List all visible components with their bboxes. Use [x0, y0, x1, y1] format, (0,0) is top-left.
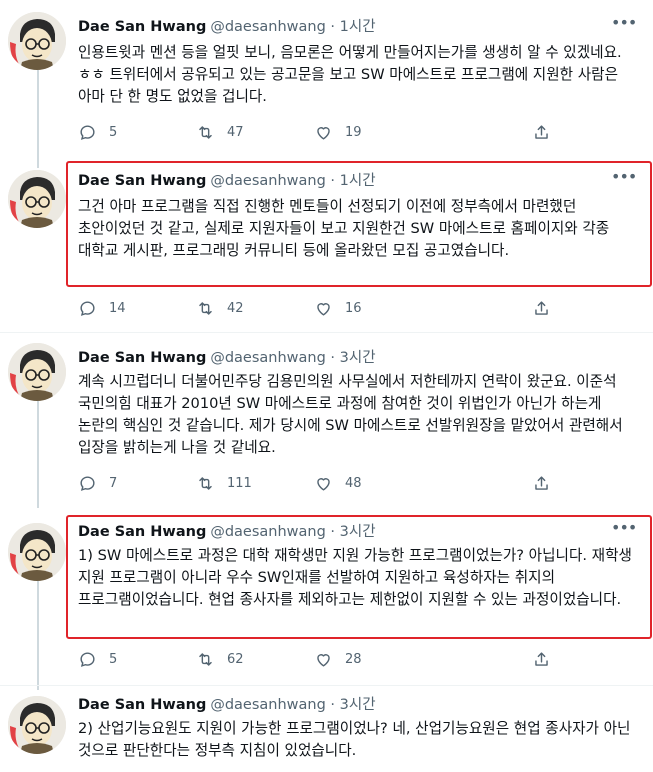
- tweet-actions: 7 111 48: [78, 473, 558, 493]
- tweet-actions: 5 62 28: [78, 649, 558, 669]
- like-button[interactable]: 19: [314, 122, 362, 142]
- user-handle[interactable]: @daesanhwang: [210, 173, 325, 189]
- tweet-actions: 14 42 16: [78, 298, 558, 318]
- user-handle[interactable]: @daesanhwang: [210, 524, 325, 540]
- avatar[interactable]: [8, 696, 66, 754]
- tweet-header: Dae San Hwang @daesanhwang · 1시간: [78, 170, 376, 192]
- tweet-header: Dae San Hwang @daesanhwang · 3시간: [78, 521, 376, 543]
- retweet-count: 62: [227, 651, 244, 667]
- share-icon: [535, 124, 548, 139]
- timestamp[interactable]: 3시간: [340, 697, 376, 713]
- like-icon: [317, 302, 330, 316]
- tweet-text: 그건 아마 프로그램을 직접 진행한 멘토들이 선정되기 이전에 정부측에서 마…: [78, 198, 610, 259]
- share-icon: [535, 651, 548, 666]
- like-icon: [317, 653, 330, 667]
- separator-dot: ·: [330, 350, 336, 366]
- display-name[interactable]: Dae San Hwang: [78, 697, 206, 713]
- more-icon[interactable]: •••: [611, 15, 637, 36]
- tweet[interactable]: Dae San Hwang @daesanhwang · 3시간 ••• 1) S…: [0, 513, 653, 685]
- reply-icon: [80, 475, 95, 491]
- tweet-actions: 5 47 19: [78, 122, 558, 142]
- reply-button[interactable]: 7: [78, 473, 117, 493]
- timestamp[interactable]: 1시간: [340, 173, 376, 189]
- retweet-icon: [199, 301, 212, 315]
- user-handle[interactable]: @daesanhwang: [210, 19, 325, 35]
- retweet-icon: [199, 476, 212, 490]
- avatar[interactable]: [8, 343, 66, 401]
- tweet-text: 1) SW 마에스트로 과정은 대학 재학생만 지원 가능한 프로그램이었는가?…: [78, 547, 632, 608]
- tweet-header: Dae San Hwang @daesanhwang · 1시간: [78, 16, 376, 38]
- user-handle[interactable]: @daesanhwang: [210, 697, 325, 713]
- reply-button[interactable]: 14: [78, 298, 126, 318]
- timestamp[interactable]: 3시간: [340, 524, 376, 540]
- separator-dot: ·: [330, 524, 336, 540]
- retweet-button[interactable]: 42: [196, 298, 244, 318]
- avatar-illustration: [8, 170, 66, 228]
- reply-icon: [80, 124, 95, 140]
- avatar[interactable]: [8, 12, 66, 70]
- timestamp[interactable]: 3시간: [340, 350, 376, 366]
- separator-dot: ·: [330, 697, 336, 713]
- tweet[interactable]: Dae San Hwang @daesanhwang · 1시간 ••• 그건 아…: [0, 160, 653, 332]
- tweet-text: 인용트윗과 멘션 등을 얼핏 보니, 음모론은 어떻게 만들어지는가를 생생히 …: [78, 44, 622, 105]
- share-button[interactable]: [532, 122, 563, 142]
- avatar-illustration: [8, 12, 66, 70]
- display-name[interactable]: Dae San Hwang: [78, 19, 206, 35]
- display-name[interactable]: Dae San Hwang: [78, 173, 206, 189]
- tweet-header: Dae San Hwang @daesanhwang · 3시간: [78, 347, 376, 369]
- reply-icon: [80, 300, 95, 316]
- like-button[interactable]: 48: [314, 473, 362, 493]
- display-name[interactable]: Dae San Hwang: [78, 524, 206, 540]
- like-count: 16: [345, 300, 362, 316]
- share-icon: [535, 475, 548, 490]
- tweet[interactable]: Dae San Hwang @daesanhwang · 3시간 계속 시끄럽더니…: [0, 333, 653, 513]
- more-icon[interactable]: •••: [611, 520, 637, 541]
- tweet[interactable]: Dae San Hwang @daesanhwang · 1시간 ••• 인용트윗…: [0, 0, 653, 160]
- avatar-illustration: [8, 343, 66, 401]
- timeline-feed: Dae San Hwang @daesanhwang · 1시간 ••• 인용트윗…: [0, 0, 653, 772]
- avatar-illustration: [8, 523, 66, 581]
- retweet-button[interactable]: 47: [196, 122, 244, 142]
- like-button[interactable]: 16: [314, 298, 362, 318]
- retweet-icon: [199, 125, 212, 139]
- reply-count: 5: [109, 651, 118, 667]
- share-button[interactable]: [532, 298, 563, 318]
- reply-button[interactable]: 5: [78, 649, 117, 669]
- avatar[interactable]: [8, 170, 66, 228]
- timestamp[interactable]: 1시간: [340, 19, 376, 35]
- retweet-count: 42: [227, 300, 244, 316]
- reply-icon: [80, 651, 95, 667]
- user-handle[interactable]: @daesanhwang: [210, 350, 325, 366]
- tweet[interactable]: Dae San Hwang @daesanhwang · 3시간 2) 산업기능요…: [0, 686, 653, 772]
- tweet-text: 2) 산업기능요원도 지원이 가능한 프로그램이었나? 네, 산업기능요원은 현…: [78, 720, 631, 759]
- share-button[interactable]: [532, 649, 563, 669]
- retweet-count: 47: [227, 124, 244, 140]
- share-icon: [535, 300, 548, 315]
- like-button[interactable]: 28: [314, 649, 362, 669]
- like-icon: [317, 477, 330, 491]
- like-count: 28: [345, 651, 362, 667]
- display-name[interactable]: Dae San Hwang: [78, 350, 206, 366]
- tweet-text: 계속 시끄럽더니 더불어민주당 김용민의원 사무실에서 저한테까지 연락이 왔군…: [78, 373, 623, 456]
- reply-count: 7: [109, 475, 118, 491]
- like-count: 19: [345, 124, 362, 140]
- avatar[interactable]: [8, 523, 66, 581]
- separator-dot: ·: [330, 19, 336, 35]
- like-count: 48: [345, 475, 362, 491]
- retweet-button[interactable]: 111: [196, 473, 252, 493]
- share-button[interactable]: [532, 473, 563, 493]
- tweet-header: Dae San Hwang @daesanhwang · 3시간: [78, 694, 376, 716]
- retweet-button[interactable]: 62: [196, 649, 244, 669]
- avatar-illustration: [8, 696, 66, 754]
- reply-count: 5: [109, 124, 118, 140]
- separator-dot: ·: [330, 173, 336, 189]
- retweet-icon: [199, 652, 212, 666]
- retweet-count: 111: [227, 475, 252, 491]
- more-icon[interactable]: •••: [611, 169, 637, 190]
- reply-count: 14: [109, 300, 126, 316]
- reply-button[interactable]: 5: [78, 122, 117, 142]
- like-icon: [317, 126, 330, 140]
